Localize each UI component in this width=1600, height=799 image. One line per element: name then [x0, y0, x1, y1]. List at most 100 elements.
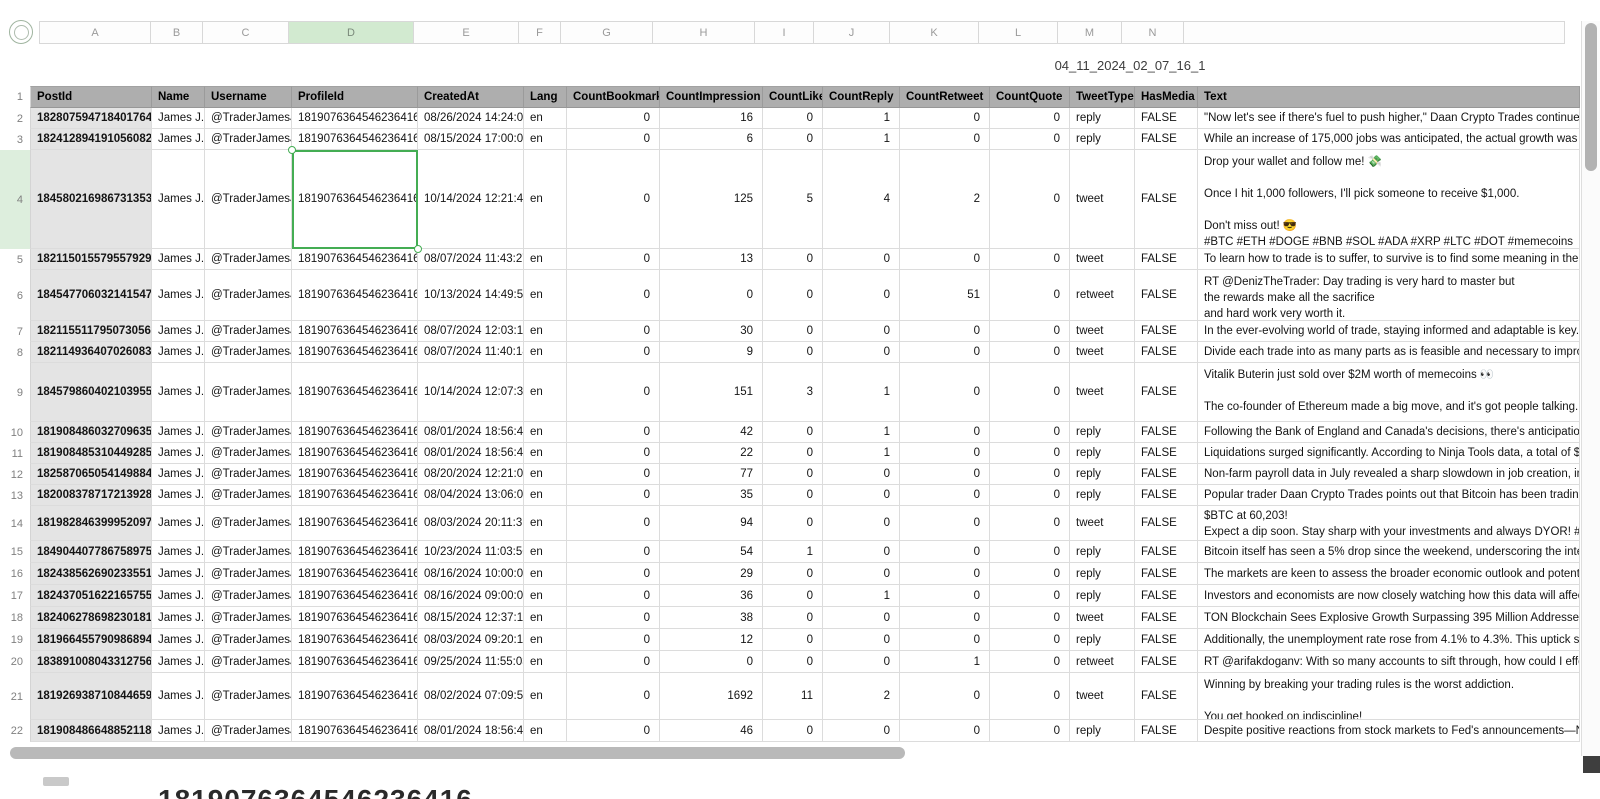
cell-F2[interactable]: en — [524, 108, 567, 129]
cell-L13[interactable]: 0 — [990, 485, 1070, 506]
cell-H22[interactable]: 46 — [660, 720, 763, 742]
cell-I9[interactable]: 3 — [763, 363, 823, 422]
cell-A4[interactable]: 1845802169867313536 — [30, 150, 152, 249]
cell-H12[interactable]: 77 — [660, 464, 763, 485]
row-header-17[interactable]: 17 — [0, 585, 30, 607]
cell-E4[interactable]: 10/14/2024 12:21:45 — [418, 150, 524, 249]
column-header-D[interactable]: D — [288, 21, 414, 44]
cell-K7[interactable]: 0 — [900, 321, 990, 342]
cell-B12[interactable]: James J. — [152, 464, 205, 485]
cell-I6[interactable]: 0 — [763, 270, 823, 321]
column-header-N[interactable]: N — [1121, 21, 1184, 44]
cell-J15[interactable]: 0 — [823, 541, 900, 563]
cell-I16[interactable]: 0 — [763, 563, 823, 585]
cell-D9[interactable]: 1819076364546236416 — [292, 363, 418, 422]
cell-C1[interactable]: Username — [205, 86, 292, 108]
cell-D7[interactable]: 1819076364546236416 — [292, 321, 418, 342]
cell-I19[interactable]: 0 — [763, 629, 823, 651]
cell-N18[interactable]: FALSE — [1135, 607, 1198, 629]
cell-H10[interactable]: 42 — [660, 422, 763, 443]
cell-F8[interactable]: en — [524, 342, 567, 363]
cell-L6[interactable]: 0 — [990, 270, 1070, 321]
cell-O16[interactable]: The markets are keen to assess the broad… — [1198, 563, 1580, 585]
cell-J16[interactable]: 0 — [823, 563, 900, 585]
cell-E8[interactable]: 08/07/2024 11:40:18 — [418, 342, 524, 363]
cell-N3[interactable]: FALSE — [1135, 129, 1198, 150]
cell-E11[interactable]: 08/01/2024 18:56:40 — [418, 443, 524, 464]
cell-N5[interactable]: FALSE — [1135, 249, 1198, 270]
cell-O6[interactable]: RT @DenizTheTrader: Day trading is very … — [1198, 270, 1580, 321]
cell-D3[interactable]: 1819076364546236416 — [292, 129, 418, 150]
row-header-2[interactable]: 2 — [0, 108, 30, 129]
cell-B15[interactable]: James J. — [152, 541, 205, 563]
cell-F1[interactable]: Lang — [524, 86, 567, 108]
cell-L2[interactable]: 0 — [990, 108, 1070, 129]
cell-O4[interactable]: Drop your wallet and follow me! 💸 Once I… — [1198, 150, 1580, 249]
cell-K22[interactable]: 0 — [900, 720, 990, 742]
cell-H15[interactable]: 54 — [660, 541, 763, 563]
column-header-H[interactable]: H — [652, 21, 755, 44]
cell-E9[interactable]: 10/14/2024 12:07:35 — [418, 363, 524, 422]
cell-E15[interactable]: 10/23/2024 11:03:56 — [418, 541, 524, 563]
cell-N19[interactable]: FALSE — [1135, 629, 1198, 651]
cell-B7[interactable]: James J. — [152, 321, 205, 342]
cell-E3[interactable]: 08/15/2024 17:00:05 — [418, 129, 524, 150]
column-header-text-area[interactable] — [1183, 21, 1565, 44]
cell-F10[interactable]: en — [524, 422, 567, 443]
cell-I8[interactable]: 0 — [763, 342, 823, 363]
cell-G19[interactable]: 0 — [567, 629, 660, 651]
table-title[interactable]: 04_11_2024_02_07_16_1 — [1045, 58, 1215, 73]
selection-handle-top-left[interactable] — [288, 146, 296, 154]
cell-D4[interactable]: 1819076364546236416 — [292, 150, 418, 249]
cell-K4[interactable]: 2 — [900, 150, 990, 249]
cell-F5[interactable]: en — [524, 249, 567, 270]
cell-G16[interactable]: 0 — [567, 563, 660, 585]
cell-O1[interactable]: Text — [1198, 86, 1580, 108]
cell-F20[interactable]: en — [524, 651, 567, 673]
cell-N2[interactable]: FALSE — [1135, 108, 1198, 129]
cell-J1[interactable]: CountReply — [823, 86, 900, 108]
cell-H17[interactable]: 36 — [660, 585, 763, 607]
cell-N4[interactable]: FALSE — [1135, 150, 1198, 249]
row-header-14[interactable]: 14 — [0, 506, 30, 541]
cell-D1[interactable]: ProfileId — [292, 86, 418, 108]
cell-B14[interactable]: James J. — [152, 506, 205, 541]
cell-L16[interactable]: 0 — [990, 563, 1070, 585]
cell-D15[interactable]: 1819076364546236416 — [292, 541, 418, 563]
cell-C8[interactable]: @TraderJamesJ — [205, 342, 292, 363]
cell-C12[interactable]: @TraderJamesJ — [205, 464, 292, 485]
row-header-13[interactable]: 13 — [0, 485, 30, 506]
cell-J19[interactable]: 0 — [823, 629, 900, 651]
cell-D18[interactable]: 1819076364546236416 — [292, 607, 418, 629]
cell-G18[interactable]: 0 — [567, 607, 660, 629]
cell-C4[interactable]: @TraderJamesJ — [205, 150, 292, 249]
cell-O15[interactable]: Bitcoin itself has seen a 5% drop since … — [1198, 541, 1580, 563]
cell-E10[interactable]: 08/01/2024 18:56:42 — [418, 422, 524, 443]
cell-F9[interactable]: en — [524, 363, 567, 422]
cell-C20[interactable]: @TraderJamesJ — [205, 651, 292, 673]
cell-C2[interactable]: @TraderJamesJ — [205, 108, 292, 129]
row-header-19[interactable]: 19 — [0, 629, 30, 651]
cell-H3[interactable]: 6 — [660, 129, 763, 150]
cell-K6[interactable]: 51 — [900, 270, 990, 321]
cell-A11[interactable]: 1819084853104492855 — [30, 443, 152, 464]
cell-F3[interactable]: en — [524, 129, 567, 150]
row-header-9[interactable]: 9 — [0, 363, 30, 422]
cell-L1[interactable]: CountQuote — [990, 86, 1070, 108]
cell-D19[interactable]: 1819076364546236416 — [292, 629, 418, 651]
cell-F17[interactable]: en — [524, 585, 567, 607]
cell-M12[interactable]: reply — [1070, 464, 1135, 485]
cell-F4[interactable]: en — [524, 150, 567, 249]
cell-M2[interactable]: reply — [1070, 108, 1135, 129]
cell-B17[interactable]: James J. — [152, 585, 205, 607]
cell-D2[interactable]: 1819076364546236416 — [292, 108, 418, 129]
cell-J13[interactable]: 0 — [823, 485, 900, 506]
cell-J21[interactable]: 2 — [823, 673, 900, 720]
cell-C22[interactable]: @TraderJamesJ — [205, 720, 292, 742]
cell-M3[interactable]: reply — [1070, 129, 1135, 150]
cell-N11[interactable]: FALSE — [1135, 443, 1198, 464]
column-header-M[interactable]: M — [1057, 21, 1122, 44]
selection-handle-bottom-right[interactable] — [414, 245, 422, 253]
row-header-18[interactable]: 18 — [0, 607, 30, 629]
cell-O18[interactable]: TON Blockchain Sees Explosive Growth Sur… — [1198, 607, 1580, 629]
